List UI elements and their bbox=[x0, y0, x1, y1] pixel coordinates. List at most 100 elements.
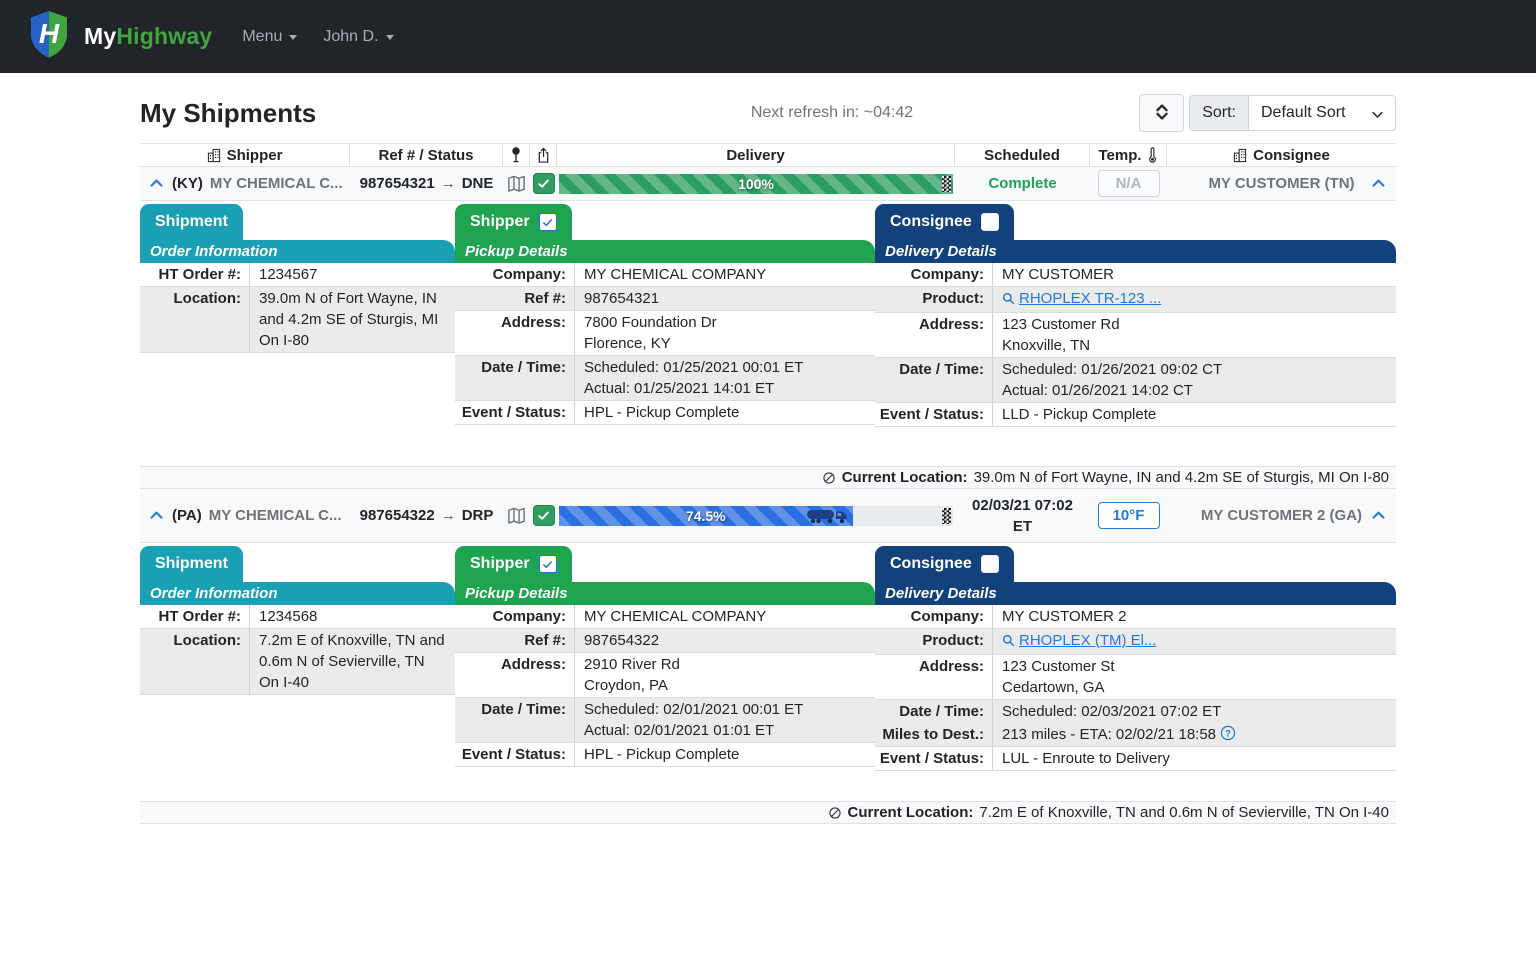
temperature-badge: N/A bbox=[1098, 170, 1160, 197]
table-header-row: Shipper Ref # / Status Delivery Schedule… bbox=[140, 143, 1396, 167]
chevron-up-icon bbox=[1370, 507, 1387, 524]
magnifier-icon bbox=[1002, 292, 1015, 305]
top-navbar: H MyHighway Menu John D. bbox=[0, 0, 1536, 73]
collapse-shipment-button[interactable] bbox=[1370, 175, 1387, 192]
check-icon bbox=[542, 217, 553, 228]
shipper-checkbox[interactable] bbox=[539, 555, 557, 573]
shipment-summary-row: (PA) MY CHEMICAL C... 987654322 → DRP bbox=[140, 489, 1396, 543]
pickup-panel: Shipper Pickup Details Company:MY CHEMIC… bbox=[455, 543, 875, 801]
column-delivery: Delivery bbox=[557, 144, 955, 166]
delivery-panel: Consignee Delivery Details Company:MY CU… bbox=[875, 543, 1396, 801]
location-value: 39.0m N of Fort Wayne, IN and 4.2m SE of… bbox=[250, 287, 455, 352]
current-location-value: 39.0m N of Fort Wayne, IN and 4.2m SE of… bbox=[974, 469, 1389, 486]
shipper-checkbox[interactable] bbox=[539, 213, 557, 231]
delivery-header: Delivery Details bbox=[875, 240, 1396, 263]
tab-consignee[interactable]: Consignee bbox=[875, 204, 1014, 240]
pickup-event: HPL - Pickup Complete bbox=[575, 743, 875, 766]
consignee-checkbox[interactable] bbox=[981, 555, 999, 573]
collapse-shipment-button[interactable] bbox=[148, 507, 165, 524]
consignee-checkbox[interactable] bbox=[981, 213, 999, 231]
chevron-up-icon bbox=[148, 175, 165, 192]
pickup-header: Pickup Details bbox=[455, 582, 875, 605]
tab-consignee[interactable]: Consignee bbox=[875, 546, 1014, 582]
pickup-address: 2910 River RdCroydon, PA bbox=[575, 653, 875, 697]
finish-flag-icon bbox=[942, 508, 951, 524]
product-link[interactable]: RHOPLEX (TM) El... bbox=[1002, 630, 1157, 651]
tab-shipper[interactable]: Shipper bbox=[455, 546, 572, 582]
check-icon bbox=[537, 177, 550, 190]
arrow-right-icon: → bbox=[441, 507, 456, 524]
map-icon[interactable] bbox=[506, 173, 527, 194]
delivery-company: MY CUSTOMER bbox=[993, 263, 1396, 286]
caret-down-icon bbox=[386, 35, 394, 40]
slashed-circle-icon bbox=[828, 806, 842, 820]
map-icon[interactable] bbox=[506, 505, 527, 526]
ref-number: 987654322 bbox=[360, 507, 435, 524]
pin-icon bbox=[509, 147, 523, 163]
sort-label: Sort: bbox=[1189, 95, 1248, 131]
question-icon[interactable]: ? bbox=[1220, 725, 1236, 741]
consignee-short-name: MY CUSTOMER 2 (GA) bbox=[1201, 507, 1362, 524]
delivery-panel: Consignee Delivery Details Company:MY CU… bbox=[875, 201, 1396, 466]
current-location-bar: Current Location: 39.0m N of Fort Wayne,… bbox=[140, 466, 1396, 489]
tab-shipper[interactable]: Shipper bbox=[455, 204, 572, 240]
scheduled-status: Complete bbox=[988, 175, 1056, 192]
pickup-event: HPL - Pickup Complete bbox=[575, 401, 875, 424]
tracking-ok-button[interactable] bbox=[533, 505, 555, 526]
brand-name: MyHighway bbox=[84, 23, 212, 50]
consignee-short-name: MY CUSTOMER (TN) bbox=[1208, 175, 1354, 192]
shipper-short-name: MY CHEMICAL C... bbox=[209, 507, 342, 524]
origin-state: (KY) bbox=[172, 175, 203, 192]
pickup-header: Pickup Details bbox=[455, 240, 875, 263]
column-ref-status: Ref # / Status bbox=[350, 144, 503, 166]
origin-state: (PA) bbox=[172, 507, 202, 524]
slashed-circle-icon bbox=[822, 471, 836, 485]
pickup-datetime: Scheduled: 02/01/2021 00:01 ETActual: 02… bbox=[575, 698, 875, 742]
shipment-summary-row: (KY) MY CHEMICAL C... 987654321 → DNE bbox=[140, 167, 1396, 201]
column-pin[interactable] bbox=[503, 144, 530, 166]
column-shipper: Shipper bbox=[140, 144, 350, 166]
caret-down-icon bbox=[289, 35, 297, 40]
collapse-shipment-button[interactable] bbox=[1370, 507, 1387, 524]
status-code: DRP bbox=[462, 507, 494, 524]
column-share[interactable] bbox=[530, 144, 557, 166]
shipment-details: Shipment Order Information HT Order #:12… bbox=[140, 201, 1396, 466]
building-icon bbox=[207, 148, 222, 163]
delivery-company: MY CUSTOMER 2 bbox=[993, 605, 1396, 628]
delivery-event: LLD - Pickup Complete bbox=[993, 403, 1396, 426]
myhighway-logo-icon: H bbox=[26, 9, 72, 64]
product-link[interactable]: RHOPLEX TR-123 ... bbox=[1002, 288, 1161, 309]
progress-percent: 100% bbox=[559, 174, 953, 194]
refresh-countdown: Next refresh in: ~04:42 bbox=[751, 104, 913, 122]
truck-icon bbox=[806, 507, 850, 525]
pickup-panel: Shipper Pickup Details Company:MY CHEMIC… bbox=[455, 201, 875, 466]
order-info-header: Order Information bbox=[140, 582, 455, 605]
sort-group: Sort: Default Sort bbox=[1189, 95, 1396, 131]
status-code: DNE bbox=[462, 175, 494, 192]
ht-order-value: 1234568 bbox=[250, 605, 455, 628]
chevron-up-icon bbox=[1370, 175, 1387, 192]
pickup-company: MY CHEMICAL COMPANY bbox=[575, 605, 875, 628]
tab-shipment[interactable]: Shipment bbox=[140, 204, 243, 240]
location-value: 7.2m E of Knoxville, TN and 0.6m N of Se… bbox=[250, 629, 455, 694]
pickup-address: 7800 Foundation DrFlorence, KY bbox=[575, 311, 875, 355]
pickup-ref: 987654322 bbox=[575, 629, 875, 652]
expand-collapse-all-button[interactable] bbox=[1139, 94, 1184, 132]
title-bar: My Shipments Next refresh in: ~04:42 Sor… bbox=[140, 91, 1396, 135]
sort-select[interactable]: Default Sort bbox=[1248, 95, 1396, 131]
pickup-datetime: Scheduled: 01/25/2021 00:01 ETActual: 01… bbox=[575, 356, 875, 400]
tracking-ok-button[interactable] bbox=[533, 173, 555, 194]
user-dropdown[interactable]: John D. bbox=[323, 28, 393, 46]
collapse-shipment-button[interactable] bbox=[148, 175, 165, 192]
shipment-details: Shipment Order Information HT Order #:12… bbox=[140, 543, 1396, 801]
menu-dropdown[interactable]: Menu bbox=[242, 28, 297, 46]
building-icon bbox=[1233, 148, 1248, 163]
page-title: My Shipments bbox=[140, 98, 316, 129]
pickup-ref: 987654321 bbox=[575, 287, 875, 310]
check-icon bbox=[537, 509, 550, 522]
tab-shipment[interactable]: Shipment bbox=[140, 546, 243, 582]
thermometer-icon bbox=[1147, 147, 1158, 163]
brand[interactable]: H MyHighway bbox=[26, 9, 212, 64]
temperature-badge[interactable]: 10°F bbox=[1098, 502, 1160, 529]
finish-flag-icon bbox=[942, 176, 951, 192]
